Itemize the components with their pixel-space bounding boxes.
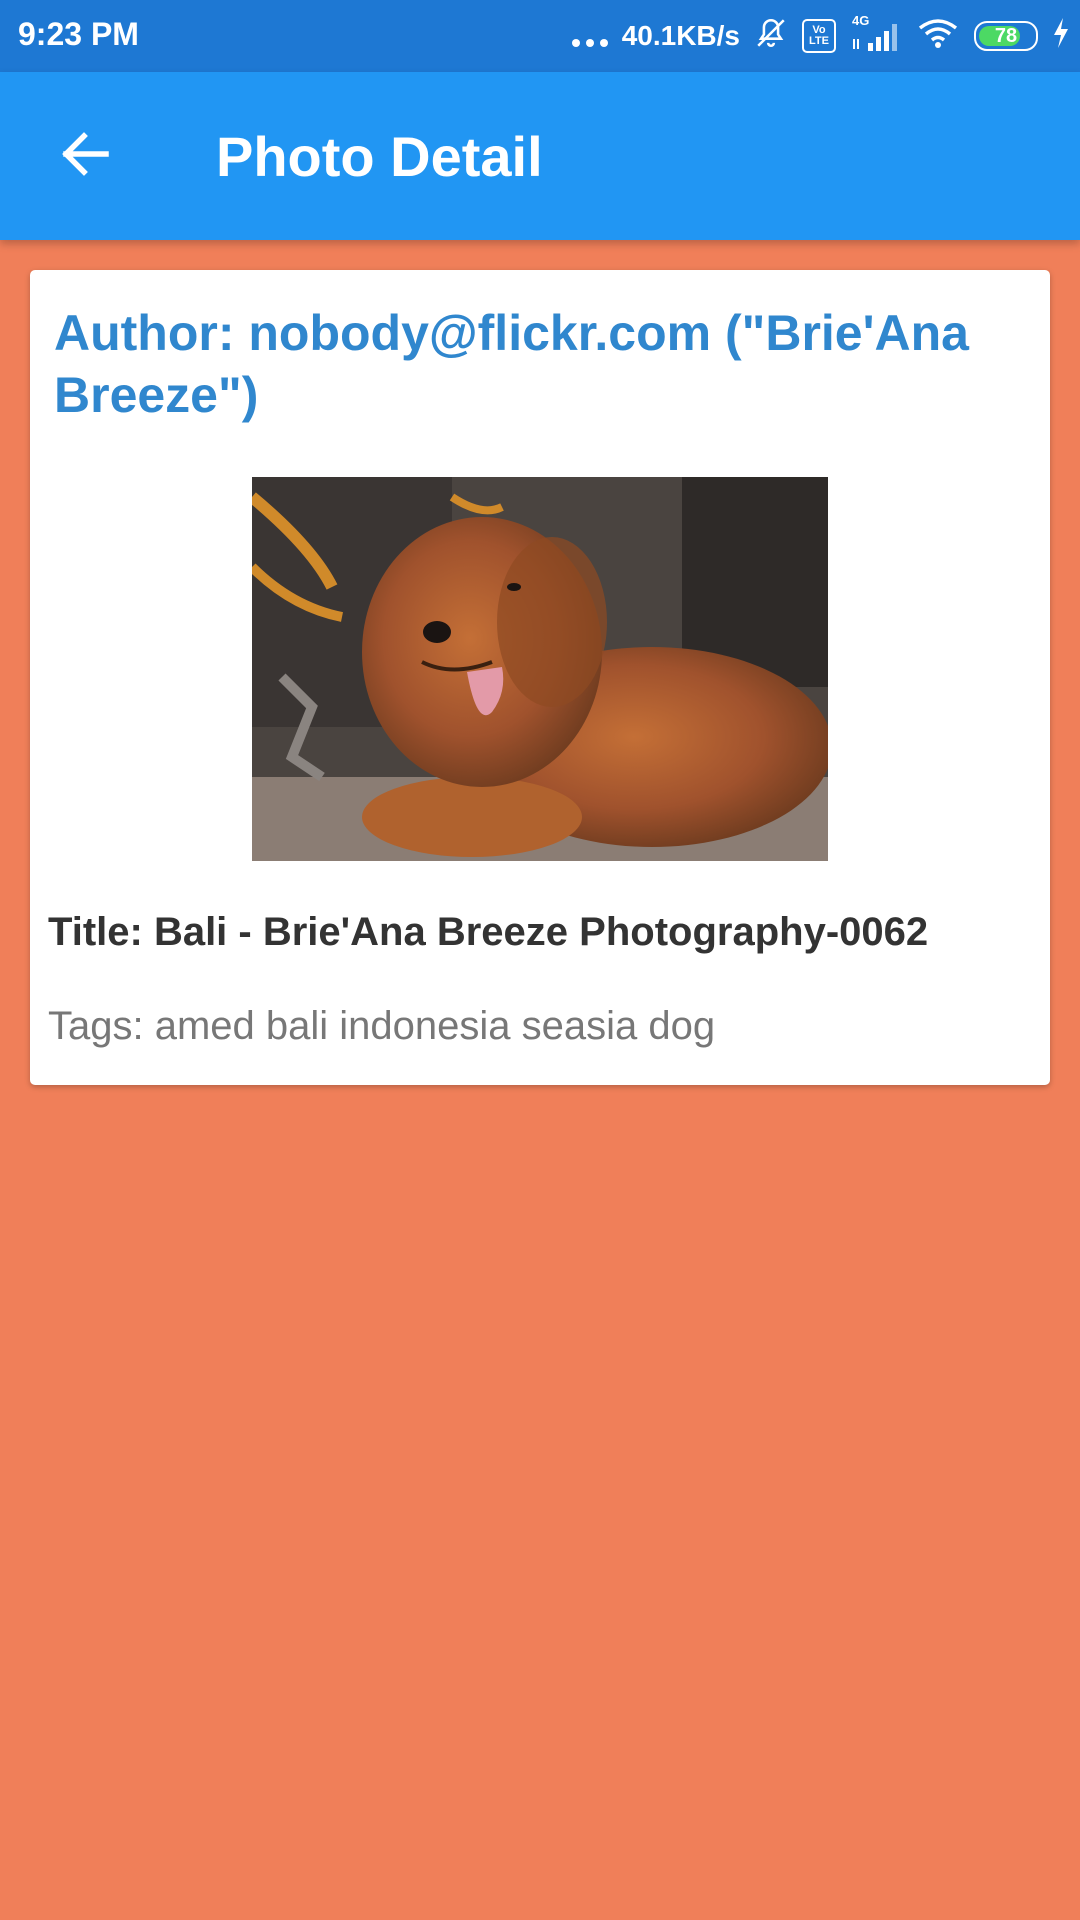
battery-icon: 78 (974, 21, 1038, 51)
back-button[interactable] (46, 118, 122, 194)
photo-tags: Tags: amed bali indonesia seasia dog (48, 1004, 716, 1048)
photo-detail-card: Author: nobody@flickr.com ("Brie'Ana Bre… (30, 270, 1050, 1085)
net-speed: 40.1KB/s (621, 20, 740, 51)
page-title: Photo Detail (216, 125, 543, 188)
volte-icon: Vo LTE (802, 19, 836, 53)
author-text: Author: nobody@flickr.com ("Brie'Ana Bre… (54, 305, 969, 423)
status-icons: 40.1KB/s Vo LTE 4G 78 (571, 12, 1070, 60)
volte-bottom: LTE (809, 35, 829, 47)
bell-off-icon (754, 16, 788, 57)
status-time: 9:23 PM (18, 16, 139, 52)
signal-icon: 4G (850, 13, 902, 53)
photo-title: Title: Bali - Brie'Ana Breeze Photograph… (48, 910, 929, 954)
app-bar: Photo Detail (0, 72, 1080, 240)
arrow-left-icon (58, 130, 110, 183)
wifi-icon (916, 16, 960, 57)
more-dots-icon (571, 25, 608, 47)
dog-photo (252, 477, 828, 861)
charging-bolt-icon (1052, 17, 1070, 55)
battery-level: 78 (994, 24, 1018, 47)
status-bar: 9:23 PM 40.1KB/s Vo LTE 4G 78 (0, 0, 1080, 72)
